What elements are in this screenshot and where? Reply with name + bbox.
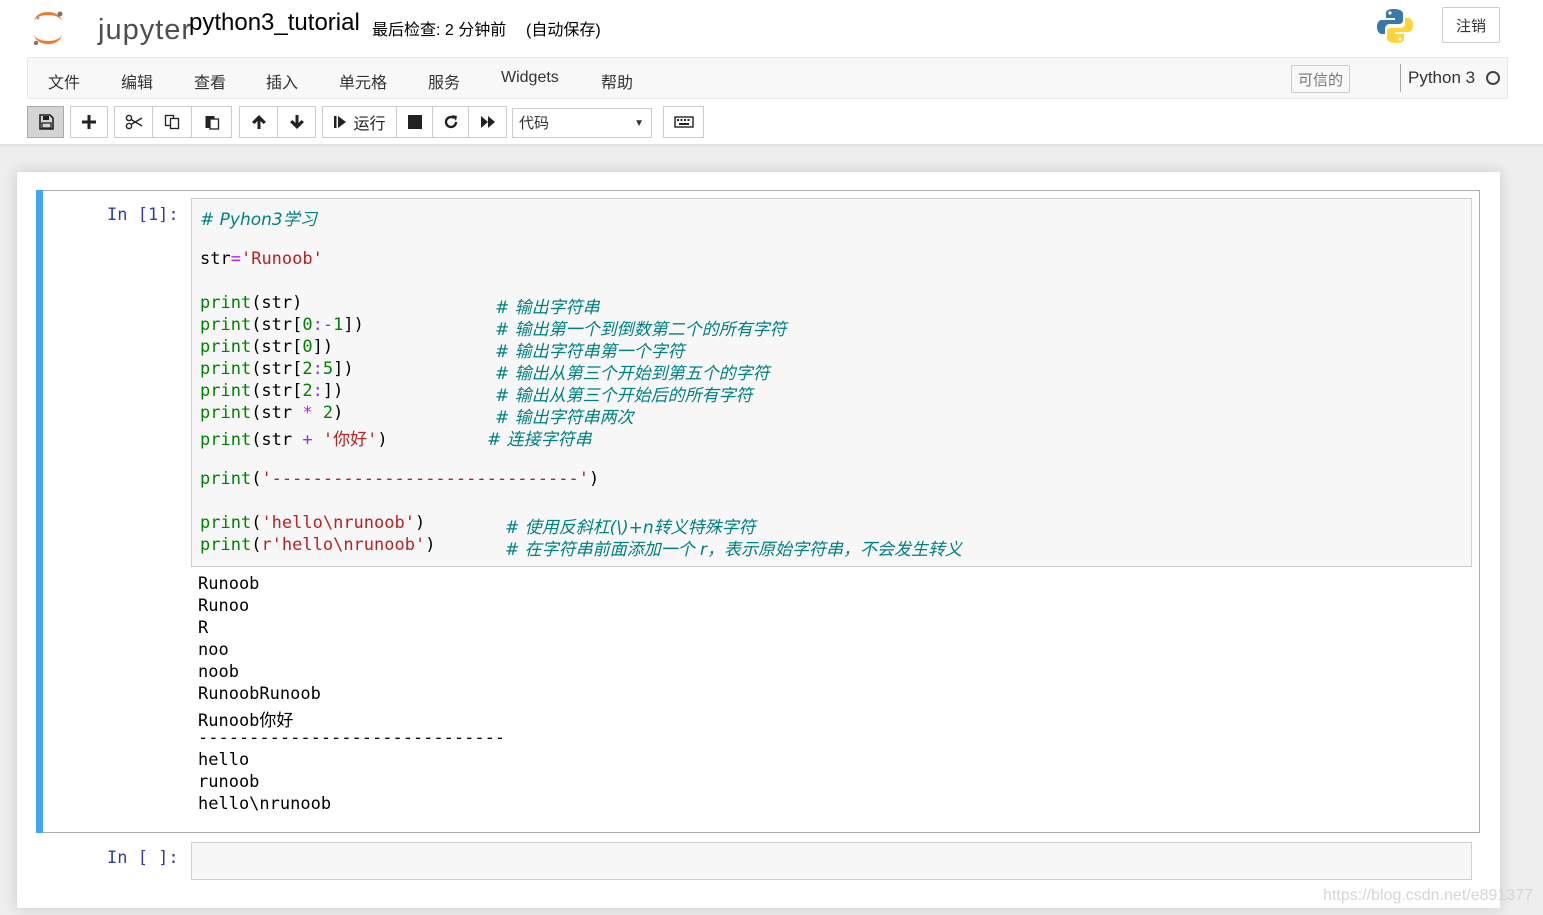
menu-cell[interactable]: 单元格 bbox=[339, 69, 387, 93]
code-line: print(str * 2) bbox=[200, 403, 344, 423]
chevron-down-icon: ▼ bbox=[634, 118, 644, 129]
stop-icon bbox=[407, 115, 422, 129]
output-line: hello bbox=[198, 750, 250, 770]
header: jupyter python3_tutorial 最后检查: 2 分钟前 (自动… bbox=[0, 0, 1543, 145]
code-editor-empty[interactable] bbox=[191, 842, 1472, 880]
copy-icon bbox=[164, 114, 180, 130]
output-line: noo bbox=[198, 640, 229, 660]
move-up-button[interactable] bbox=[239, 106, 278, 138]
run-button-label: 运行 bbox=[353, 116, 386, 133]
menu-file[interactable]: 文件 bbox=[48, 69, 80, 93]
trusted-indicator[interactable]: 可信的 bbox=[1291, 65, 1351, 93]
menu-help[interactable]: 帮助 bbox=[601, 69, 633, 93]
kernel-divider bbox=[1400, 64, 1401, 92]
plus-icon bbox=[82, 115, 96, 129]
cell-type-select[interactable]: 代码 ▼ bbox=[512, 108, 652, 138]
code-line: print(str + '你好') bbox=[200, 430, 388, 450]
run-button[interactable]: 运行 bbox=[322, 106, 397, 138]
add-cell-button[interactable] bbox=[70, 106, 108, 138]
code-line: print(r'hello\nrunoob') bbox=[200, 535, 436, 555]
code-line: print(str[2:5]) bbox=[200, 359, 354, 379]
code-comment: # 在字符串前面添加一个 r，表示原始字符串，不会发生转义 bbox=[505, 540, 963, 560]
kernel-idle-icon bbox=[1486, 71, 1500, 85]
move-down-button[interactable] bbox=[277, 106, 316, 138]
output-line: RunoobRunoob bbox=[198, 684, 321, 704]
python-logo-icon bbox=[1377, 9, 1413, 43]
jupyter-brand-text: jupyter bbox=[98, 14, 193, 46]
code-comment: # Pyhon3学习 bbox=[200, 210, 317, 230]
step-forward-icon bbox=[334, 116, 347, 128]
output-line: hello\nrunoob bbox=[198, 794, 332, 814]
jupyter-logo-icon bbox=[33, 11, 63, 46]
save-button[interactable] bbox=[27, 106, 64, 138]
notebook-title[interactable]: python3_tutorial bbox=[189, 9, 360, 37]
watermark: https://blog.csdn.net/e891377 bbox=[1323, 887, 1533, 904]
code-line: print(str[0:-1]) bbox=[200, 315, 364, 335]
restart-run-all-button[interactable] bbox=[468, 106, 507, 138]
logout-button[interactable]: 注销 bbox=[1442, 7, 1500, 43]
cut-button[interactable] bbox=[114, 106, 153, 138]
scissors-icon bbox=[125, 114, 142, 130]
refresh-icon bbox=[444, 115, 457, 129]
header-shadow bbox=[0, 144, 1543, 148]
jupyter-logo[interactable]: jupyter bbox=[30, 8, 191, 46]
code-line: print('hello\nrunoob') bbox=[200, 513, 426, 533]
output-line: R bbox=[198, 618, 209, 638]
code-line: print(str[0]) bbox=[200, 337, 334, 357]
output-line: runoob bbox=[198, 772, 260, 792]
kernel-name[interactable]: Python 3 bbox=[1408, 68, 1475, 88]
paste-button[interactable] bbox=[191, 106, 232, 138]
fast-forward-icon bbox=[480, 116, 495, 128]
restart-button[interactable] bbox=[432, 106, 469, 138]
input-prompt: In [1]: bbox=[107, 205, 179, 225]
checkpoint-status: 最后检查: 2 分钟前 bbox=[372, 22, 507, 39]
output-line: Runoob bbox=[198, 574, 260, 594]
menubar: 文件 编辑 查看 插入 单元格 服务 Widgets 帮助 bbox=[27, 57, 1508, 99]
command-palette-button[interactable] bbox=[663, 106, 704, 138]
code-line: print('------------------------------') bbox=[200, 469, 600, 489]
menu-widgets[interactable]: Widgets bbox=[501, 69, 559, 87]
code-comment: # 连接字符串 bbox=[487, 430, 592, 450]
menu-edit[interactable]: 编辑 bbox=[121, 69, 153, 93]
autosave-status: (自动保存) bbox=[526, 22, 601, 39]
code-line: print(str) bbox=[200, 293, 303, 313]
menu-view[interactable]: 查看 bbox=[194, 69, 226, 93]
code-editor[interactable] bbox=[191, 198, 1472, 567]
cell-type-value: 代码 bbox=[519, 115, 550, 132]
arrow-down-icon bbox=[289, 115, 304, 129]
interrupt-button[interactable] bbox=[396, 106, 433, 138]
paste-icon bbox=[205, 116, 219, 130]
output-line: Runoo bbox=[198, 596, 250, 616]
selected-cell-indicator bbox=[36, 190, 43, 833]
input-prompt: In [ ]: bbox=[107, 848, 179, 868]
keyboard-icon bbox=[673, 116, 694, 128]
save-icon bbox=[38, 114, 54, 130]
code-line: print(str[2:]) bbox=[200, 381, 344, 401]
output-line: ------------------------------ bbox=[198, 728, 506, 748]
output-line: noob bbox=[198, 662, 239, 682]
code-line: str='Runoob' bbox=[200, 249, 323, 269]
menu-kernel[interactable]: 服务 bbox=[428, 69, 460, 93]
menu-insert[interactable]: 插入 bbox=[266, 69, 298, 93]
copy-button[interactable] bbox=[152, 106, 192, 138]
arrow-up-icon bbox=[251, 115, 266, 129]
